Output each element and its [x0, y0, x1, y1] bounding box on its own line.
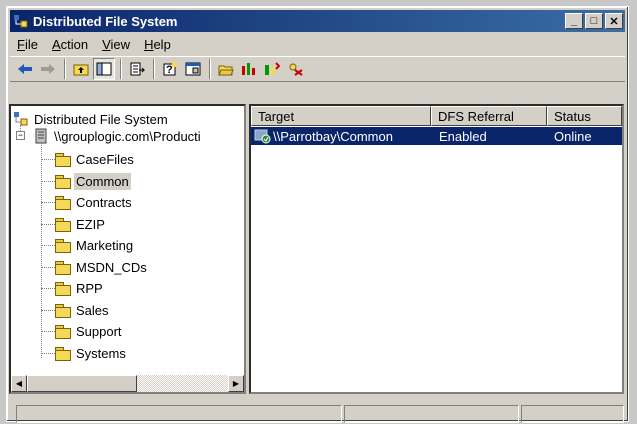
open-folder-icon[interactable]: [215, 58, 237, 80]
cell-status: Online: [554, 128, 592, 144]
status-panel: [16, 405, 342, 423]
folder-link-icon: [55, 152, 71, 167]
toolbar-separator: [209, 59, 211, 79]
folder-link-icon: [55, 324, 71, 339]
toolbar: ?: [10, 56, 625, 82]
svg-text:?: ?: [166, 64, 173, 76]
tree-pane[interactable]: Distributed File System − \\grouplogic.c…: [9, 104, 246, 394]
tree-folder-support[interactable]: Support: [55, 321, 124, 341]
folder-link-icon: [55, 303, 71, 318]
tree-root-label: Distributed File System: [34, 111, 168, 127]
dfs-root-icon: [14, 112, 28, 126]
targets-list-pane[interactable]: Target DFS Referral Status \\Parrotbay\C…: [249, 104, 624, 394]
export-list-icon[interactable]: [126, 58, 148, 80]
help-icon[interactable]: ?: [159, 58, 181, 80]
scroll-right-icon[interactable]: ▶: [228, 375, 244, 392]
scroll-track[interactable]: [137, 375, 228, 392]
delete-icon[interactable]: [284, 58, 306, 80]
scroll-thumb[interactable]: [27, 375, 137, 392]
menu-bar: File Action View Help: [10, 34, 625, 54]
tree-folder-contracts[interactable]: Contracts: [55, 192, 134, 212]
cell-referral: Enabled: [439, 128, 487, 144]
tree-folder-ezip[interactable]: EZIP: [55, 214, 107, 234]
status-panel: [344, 405, 519, 423]
status-bar: [16, 405, 628, 423]
cell-target: \\Parrotbay\Common: [251, 128, 431, 144]
chart-icon[interactable]: [238, 58, 260, 80]
folder-link-icon: [55, 174, 71, 189]
toolbar-separator: [64, 59, 66, 79]
properties-icon[interactable]: [182, 58, 204, 80]
scroll-left-icon[interactable]: ◀: [11, 375, 27, 392]
dfs-app-icon: [13, 13, 29, 29]
folder-link-icon: [55, 217, 71, 232]
tree-view: Distributed File System − \\grouplogic.c…: [11, 106, 244, 375]
folder-link-icon: [55, 260, 71, 275]
folder-link-icon: [55, 195, 71, 210]
column-header-status[interactable]: Status: [547, 106, 622, 126]
close-button[interactable]: ✕: [605, 13, 623, 29]
tree-folder-common[interactable]: Common: [55, 171, 131, 191]
menu-action[interactable]: Action: [45, 37, 95, 52]
folder-link-icon: [55, 238, 71, 253]
status-panel: [521, 405, 624, 423]
up-folder-icon[interactable]: [70, 58, 92, 80]
column-header-dfs-referral[interactable]: DFS Referral: [431, 106, 547, 126]
tree-server[interactable]: \\grouplogic.com\Producti: [33, 126, 203, 146]
folder-link-icon: [55, 346, 71, 361]
table-row[interactable]: \\Parrotbay\Common Enabled Online: [251, 127, 622, 145]
title-bar[interactable]: Distributed File System _ □ ✕: [10, 10, 625, 32]
tree-server-label: \\grouplogic.com\Producti: [54, 128, 201, 144]
minimize-button[interactable]: _: [565, 13, 583, 29]
forward-arrow-icon[interactable]: [37, 58, 59, 80]
menu-file[interactable]: File: [10, 37, 45, 52]
column-header-target[interactable]: Target: [251, 106, 431, 126]
toolbar-separator: [120, 59, 122, 79]
menu-help[interactable]: Help: [137, 37, 178, 52]
show-tree-icon[interactable]: [93, 58, 115, 80]
tree-folder-sales[interactable]: Sales: [55, 300, 111, 320]
back-arrow-icon[interactable]: [14, 58, 36, 80]
tree-folder-rpp[interactable]: RPP: [55, 278, 105, 298]
folder-link-icon: [55, 281, 71, 296]
shared-folder-target-icon: [254, 129, 271, 144]
menu-view[interactable]: View: [95, 37, 137, 52]
add-replica-icon[interactable]: [261, 58, 283, 80]
collapse-toggle[interactable]: −: [16, 131, 25, 140]
maximize-button[interactable]: □: [585, 13, 603, 29]
toolbar-separator: [153, 59, 155, 79]
window-title: Distributed File System: [33, 13, 178, 29]
tree-horizontal-scrollbar[interactable]: ◀ ▶: [11, 375, 244, 392]
tree-folder-systems[interactable]: Systems: [55, 343, 128, 363]
tree-folder-casefiles[interactable]: CaseFiles: [55, 149, 136, 169]
tree-folder-msdn-cds[interactable]: MSDN_CDs: [55, 257, 149, 277]
tree-folder-marketing[interactable]: Marketing: [55, 235, 135, 255]
list-header: Target DFS Referral Status: [251, 106, 622, 126]
